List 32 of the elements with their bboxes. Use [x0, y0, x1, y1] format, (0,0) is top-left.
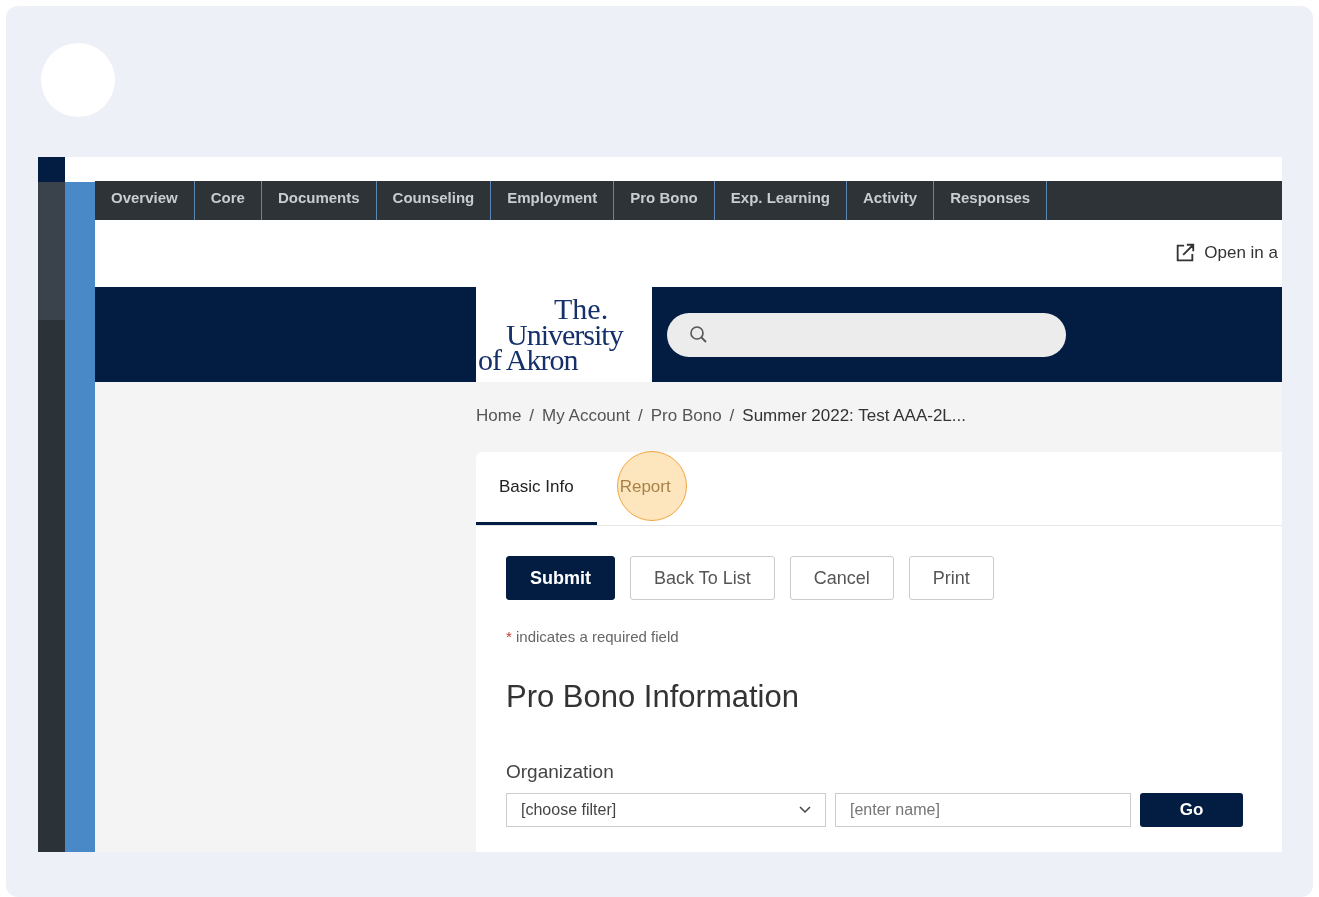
nav-tab[interactable]: Exp. Learning: [714, 180, 847, 220]
breadcrumb-link[interactable]: My Account: [542, 406, 630, 426]
required-note: * indicates a required field: [506, 628, 680, 645]
chevron-down-icon: [799, 806, 811, 814]
action-button[interactable]: Cancel: [789, 556, 894, 600]
search-field[interactable]: [667, 312, 1066, 357]
nav-tab[interactable]: Activity: [846, 180, 935, 220]
tab[interactable]: Basic Info: [476, 452, 597, 525]
nav-tab[interactable]: Overview: [95, 180, 195, 220]
nav-tab[interactable]: Core: [194, 180, 262, 220]
nav-tab[interactable]: Documents: [261, 180, 377, 220]
search-icon: [689, 324, 709, 345]
filter-select[interactable]: [choose filter]: [506, 793, 826, 827]
name-input[interactable]: [enter name]: [835, 793, 1131, 827]
submit-button[interactable]: Submit: [506, 556, 615, 600]
nav-tab[interactable]: Responses: [934, 180, 1048, 220]
breadcrumb-link[interactable]: Home: [476, 406, 522, 426]
nav-tab[interactable]: Employment: [491, 180, 615, 220]
breadcrumb-link[interactable]: Summer 2022: Test AAA-2L...: [742, 406, 966, 426]
breadcrumb-separator: /: [637, 406, 643, 426]
action-button[interactable]: Back To List: [630, 556, 775, 600]
section-title: Pro Bono Information: [506, 679, 800, 715]
open-in-new-window-link[interactable]: Open in a: [1174, 242, 1282, 265]
nav-tab[interactable]: Pro Bono: [614, 180, 715, 220]
breadcrumb-separator: /: [729, 406, 735, 426]
university-logo[interactable]: The. University of Akron: [476, 287, 652, 382]
breadcrumb-separator: /: [529, 406, 535, 426]
action-button[interactable]: Print: [908, 556, 994, 600]
breadcrumb-link[interactable]: Pro Bono: [650, 406, 722, 426]
nav-tab[interactable]: Counseling: [376, 180, 492, 220]
field-label: Organization: [506, 761, 615, 783]
go-button[interactable]: Go: [1140, 793, 1243, 827]
